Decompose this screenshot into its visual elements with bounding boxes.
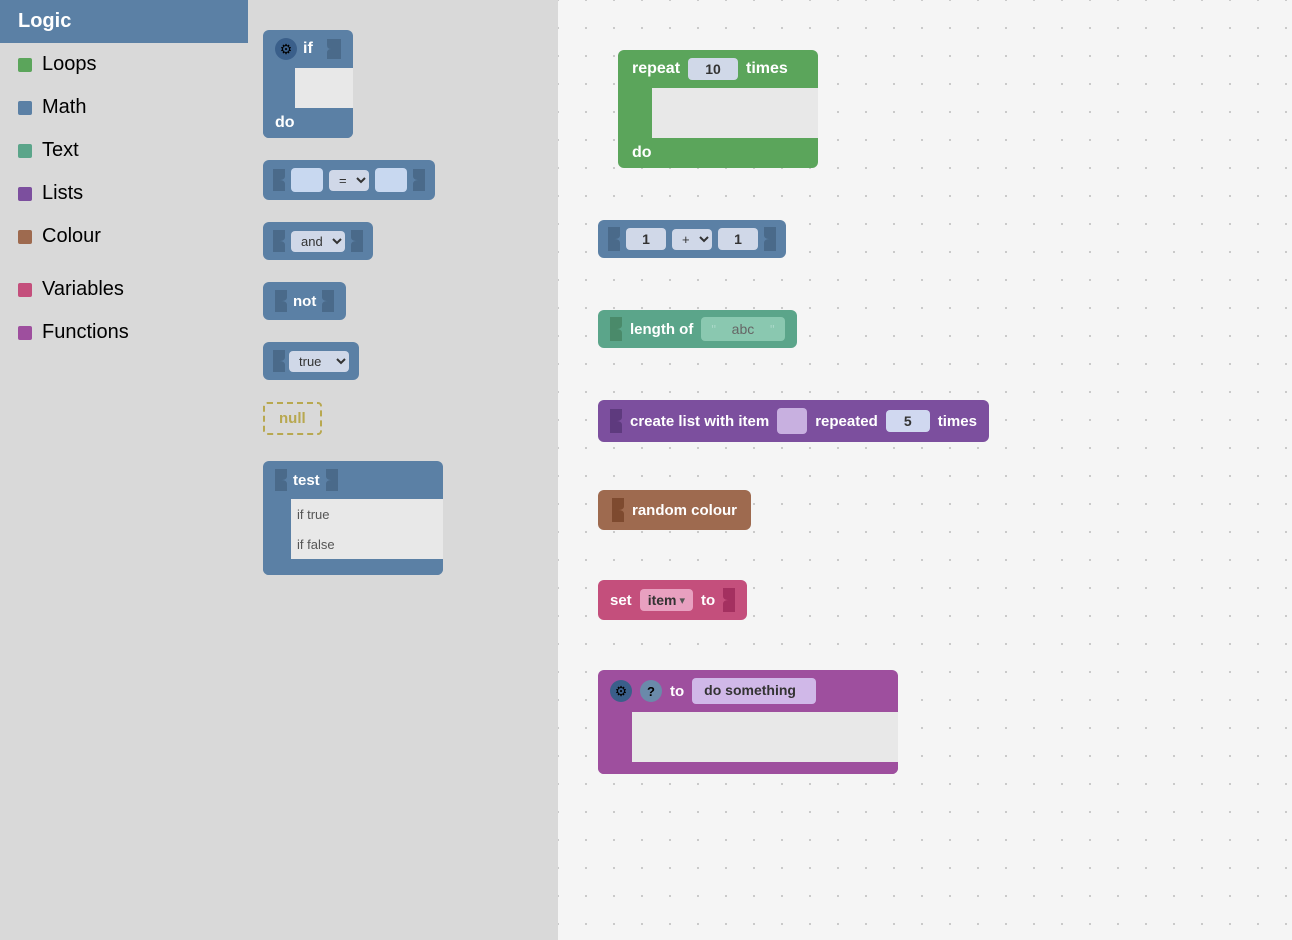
right-notch-icon <box>322 290 334 312</box>
left-notch-icon <box>275 469 287 491</box>
sidebar-item-label: Functions <box>42 321 129 344</box>
right-notch-icon <box>413 169 425 191</box>
math-add-block[interactable]: +-×÷ <box>598 220 786 258</box>
test-label: test <box>293 472 320 489</box>
equals-right-input <box>375 168 407 192</box>
sidebar-item-label: Loops <box>42 53 97 76</box>
if-true-label: if true <box>297 507 330 522</box>
repeat-value-input[interactable] <box>688 58 738 80</box>
if-false-label: if false <box>297 537 335 552</box>
ternary-block[interactable]: test if true if false <box>263 461 543 575</box>
variable-dropdown-arrow[interactable]: ▾ <box>679 594 685 607</box>
true-dropdown[interactable]: truefalse <box>289 351 349 372</box>
sidebar-item-label: Text <box>42 139 79 162</box>
sidebar-item-math[interactable]: Math <box>0 86 248 129</box>
sidebar-item-label: Logic <box>18 10 71 33</box>
repeat-times-label: times <box>746 60 788 78</box>
sidebar-item-label: Variables <box>42 278 124 301</box>
sidebar-item-logic[interactable]: Logic <box>0 0 248 43</box>
length-of-label: length of <box>630 321 693 338</box>
repeated-label: repeated <box>815 413 878 430</box>
gear-icon: ⚙ <box>610 680 632 702</box>
right-notch-icon <box>326 469 338 491</box>
left-notch-icon <box>608 227 620 251</box>
left-notch-icon <box>612 498 624 522</box>
math-color-dot <box>18 101 32 115</box>
random-colour-label: random colour <box>632 502 737 519</box>
null-label: null <box>279 410 306 427</box>
sidebar-item-colour[interactable]: Colour <box>0 215 248 258</box>
equals-left-input <box>291 168 323 192</box>
functions-color-dot <box>18 326 32 340</box>
math-val1-input[interactable] <box>626 228 666 250</box>
left-notch-icon <box>273 350 285 372</box>
math-operator-dropdown[interactable]: +-×÷ <box>672 229 712 250</box>
sidebar-item-label: Colour <box>42 225 101 248</box>
text-color-dot <box>18 144 32 158</box>
left-notch-icon <box>275 290 287 312</box>
create-list-label: create list with item <box>630 413 769 430</box>
to-label: to <box>701 592 715 609</box>
sidebar-item-lists[interactable]: Lists <box>0 172 248 215</box>
create-list-block[interactable]: create list with item repeated times <box>598 400 989 442</box>
and-operator-dropdown[interactable]: andor <box>291 231 345 252</box>
math-val2-input[interactable] <box>718 228 758 250</box>
left-notch-icon <box>610 409 622 433</box>
sidebar-item-functions[interactable]: Functions <box>0 311 248 354</box>
left-notch-icon <box>273 230 285 252</box>
lists-color-dot <box>18 187 32 201</box>
not-label: not <box>293 293 316 310</box>
sidebar-item-label: Lists <box>42 182 83 205</box>
sidebar: Logic Loops Math Text Lists Colour Varia… <box>0 0 248 940</box>
list-times-label: times <box>938 413 977 430</box>
variable-name: item <box>648 592 677 608</box>
set-label: set <box>610 592 632 609</box>
left-notch-icon <box>273 169 285 191</box>
sidebar-item-label: Math <box>42 96 86 119</box>
repeat-label: repeat <box>632 60 680 78</box>
equals-operator-dropdown[interactable]: =≠<> <box>329 170 369 191</box>
and-block[interactable]: andor <box>263 222 543 260</box>
if-do-block[interactable]: ⚙ if do <box>263 30 543 138</box>
colour-color-dot <box>18 230 32 244</box>
sidebar-item-variables[interactable]: Variables <box>0 268 248 311</box>
true-block[interactable]: truefalse <box>263 342 543 380</box>
sidebar-item-text[interactable]: Text <box>0 129 248 172</box>
text-quote-right: " <box>770 322 775 337</box>
gear-icon: ⚙ <box>275 38 297 60</box>
do-label: do <box>275 114 295 132</box>
function-name-input[interactable] <box>704 682 804 698</box>
sidebar-separator <box>0 258 248 268</box>
repeat-block[interactable]: repeat times do <box>618 50 818 168</box>
right-notch-icon <box>764 227 776 251</box>
text-quote-left: " <box>711 322 716 337</box>
sidebar-item-loops[interactable]: Loops <box>0 43 248 86</box>
list-times-input[interactable] <box>886 410 930 432</box>
function-block[interactable]: ⚙ ? to <box>598 670 898 774</box>
question-icon: ? <box>640 680 662 702</box>
null-block[interactable]: null <box>263 402 543 435</box>
canvas: repeat times do +-×÷ <box>558 0 1292 940</box>
set-variable-block[interactable]: set item ▾ to <box>598 580 747 620</box>
variables-color-dot <box>18 283 32 297</box>
function-to-label: to <box>670 683 684 700</box>
list-item-input <box>777 408 807 434</box>
right-notch-icon <box>723 588 735 612</box>
if-input-notch <box>323 39 341 59</box>
left-notch-icon <box>610 317 622 341</box>
not-block[interactable]: not <box>263 282 543 320</box>
text-length-block[interactable]: length of " " <box>598 310 797 348</box>
equals-block[interactable]: =≠<> <box>263 160 543 200</box>
if-label: if <box>303 40 313 58</box>
do-label: do <box>632 144 652 162</box>
random-colour-block[interactable]: random colour <box>598 490 751 530</box>
text-value-input[interactable] <box>718 321 768 337</box>
right-notch-icon <box>351 230 363 252</box>
loops-color-dot <box>18 58 32 72</box>
blocks-palette: ⚙ if do =≠<> <box>248 0 558 940</box>
